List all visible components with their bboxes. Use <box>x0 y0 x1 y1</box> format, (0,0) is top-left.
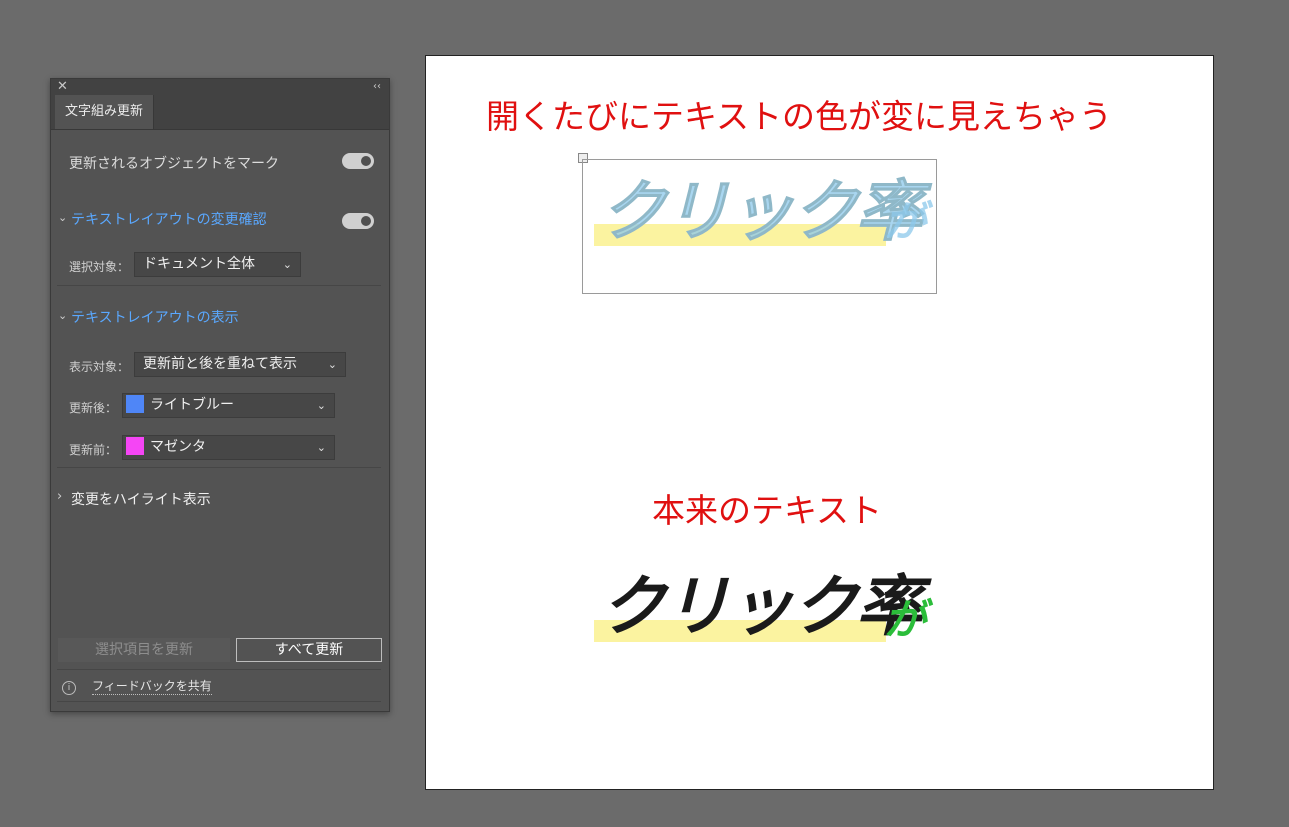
after-label: 更新後： <box>69 401 118 415</box>
section-confirm-title[interactable]: テキストレイアウトの変更確認 <box>71 209 267 229</box>
display-target-dropdown[interactable]: 更新前と後を重ねて表示 ⌄ <box>134 352 346 377</box>
preview-sample-text: クリック率 <box>600 173 923 251</box>
before-label: 更新前： <box>69 443 118 457</box>
share-feedback-link[interactable]: フィードバックを共有 <box>92 677 212 695</box>
divider <box>57 669 381 670</box>
tab-text-reflow[interactable]: 文字組み更新 <box>55 95 155 129</box>
preview-sample-suffix: が <box>884 197 927 246</box>
original-sample-suffix: が <box>884 595 927 644</box>
chevron-down-icon: ⌄ <box>316 441 326 454</box>
divider <box>57 285 381 286</box>
chevron-down-icon[interactable]: ⌄ <box>58 309 67 322</box>
after-color-value: ライトブルー <box>150 397 234 413</box>
section-display-title[interactable]: テキストレイアウトの表示 <box>71 307 239 327</box>
target-dropdown[interactable]: ドキュメント全体 ⌄ <box>134 252 301 277</box>
divider <box>57 701 381 702</box>
target-label: 選択対象： <box>69 260 130 274</box>
before-color-dropdown[interactable]: マゼンタ ⌄ <box>122 435 335 460</box>
canvas-heading: 開くたびにテキストの色が変に見えちゃう <box>486 97 1113 136</box>
info-icon: i <box>62 681 76 695</box>
text-reflow-panel: ✕ ‹‹ 文字組み更新 更新されるオブジェクトをマーク ⌄ テキストレイアウトの… <box>50 78 390 712</box>
after-color-dropdown[interactable]: ライトブルー ⌄ <box>122 393 335 418</box>
close-icon[interactable]: ✕ <box>57 79 68 95</box>
chevron-down-icon: ⌄ <box>282 258 292 271</box>
chevron-down-icon: ⌄ <box>316 399 326 412</box>
confirm-toggle[interactable] <box>342 213 374 229</box>
panel-titlebar: ✕ ‹‹ <box>51 79 389 95</box>
panel-tabbar: 文字組み更新 <box>51 95 389 130</box>
chevron-down-icon: ⌄ <box>327 358 337 371</box>
target-value: ドキュメント全体 <box>143 256 255 272</box>
mark-objects-toggle[interactable] <box>342 153 374 169</box>
divider <box>57 467 381 468</box>
after-color-swatch <box>126 395 144 413</box>
before-color-value: マゼンタ <box>150 439 206 455</box>
update-selected-button[interactable]: 選択項目を更新 <box>58 638 230 662</box>
section-highlight-title[interactable]: 変更をハイライト表示 <box>71 489 211 509</box>
collapse-panel-icon[interactable]: ‹‹ <box>373 79 381 95</box>
original-text-label: 本来のテキスト <box>652 491 883 530</box>
before-color-swatch <box>126 437 144 455</box>
chevron-down-icon[interactable]: ⌄ <box>58 211 67 224</box>
original-sample-text: クリック率 <box>600 568 922 645</box>
mark-objects-label: 更新されるオブジェクトをマーク <box>69 156 279 172</box>
display-target-label: 表示対象： <box>69 360 130 374</box>
update-all-button[interactable]: すべて更新 <box>236 638 382 662</box>
display-target-value: 更新前と後を重ねて表示 <box>143 356 297 372</box>
chevron-right-icon[interactable]: › <box>57 489 62 504</box>
